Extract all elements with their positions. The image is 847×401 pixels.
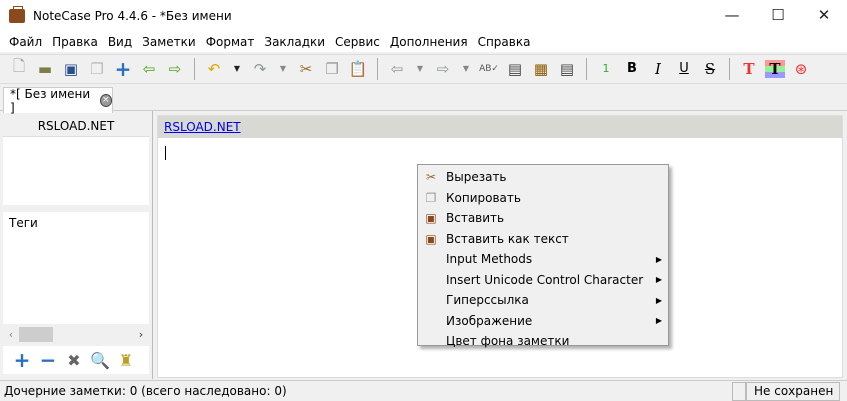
spellcheck-icon[interactable]: AB✓ — [476, 57, 502, 81]
new-document-icon[interactable]: 🗋 — [6, 57, 32, 81]
menu-help[interactable]: Справка — [473, 32, 536, 52]
scissors-icon: ✂ — [425, 170, 437, 185]
paste-icon: ▣ — [425, 211, 437, 226]
close-button[interactable]: ✕ — [801, 0, 847, 30]
underline-button[interactable]: U — [671, 57, 697, 81]
status-saved: Не сохранен — [746, 382, 840, 401]
save-icon[interactable]: ▣ — [58, 57, 84, 81]
submenu-arrow-icon: ▶ — [655, 275, 662, 285]
menu-item-cut[interactable]: ✂ Вырезать — [418, 167, 668, 188]
status-indicator — [732, 382, 746, 401]
back-icon[interactable]: ⇦ — [384, 57, 410, 81]
tags-label: Теги — [9, 216, 38, 230]
copy-icon: ❐ — [425, 190, 437, 205]
undo-dropdown-icon[interactable]: ▼ — [227, 57, 247, 81]
tab-bar: *[ Без имени ] × — [0, 83, 847, 115]
text-caret — [165, 146, 166, 160]
menu-format[interactable]: Формат — [201, 32, 260, 52]
menu-notes[interactable]: Заметки — [137, 32, 201, 52]
menu-item-paste-text[interactable]: ▣ Вставить как текст — [418, 229, 668, 250]
submenu-arrow-icon: ▶ — [655, 295, 662, 305]
pane-splitter[interactable] — [152, 111, 153, 379]
toolbar: 🗋 ▬ ▣ ❐ + ⇦ ⇨ ↶ ▼ ↷ ▼ ✂ ❐ 📋 ⇦ ▼ ⇨ ▼ AB✓ … — [0, 54, 847, 82]
insert-text-icon[interactable]: ▤ — [502, 57, 528, 81]
menu-plugins[interactable]: Дополнения — [385, 32, 473, 52]
tree-tools: + − ✖ 🔍 ♜ — [3, 346, 149, 374]
heading-button[interactable]: 1 — [593, 57, 619, 81]
status-children-count: Дочерние заметки: 0 (всего наследовано: … — [4, 384, 287, 398]
tree-pane: RSLOAD.NET Теги ‹ › + − ✖ 🔍 ♜ — [3, 115, 149, 377]
forward-icon[interactable]: ⇨ — [430, 57, 456, 81]
maximize-button[interactable]: ☐ — [755, 0, 801, 30]
attachment-icon[interactable]: ▤ — [554, 57, 580, 81]
menu-item-input-methods[interactable]: Input Methods ▶ — [418, 249, 668, 270]
forward-dropdown-icon[interactable]: ▼ — [456, 57, 476, 81]
menu-view[interactable]: Вид — [103, 32, 137, 52]
submenu-arrow-icon: ▶ — [655, 316, 662, 326]
arrow-left-icon[interactable]: ⇦ — [136, 57, 162, 81]
horizontal-scrollbar[interactable]: ‹ › — [3, 326, 149, 343]
back-dropdown-icon[interactable]: ▼ — [410, 57, 430, 81]
search-icon[interactable]: 🔍 — [89, 351, 111, 370]
menu-tools[interactable]: Сервис — [330, 32, 385, 52]
delete-icon[interactable]: ✖ — [63, 351, 85, 370]
text-color-icon[interactable]: T — [736, 57, 762, 81]
bold-button[interactable]: B — [619, 57, 645, 81]
tree-header[interactable]: RSLOAD.NET — [3, 115, 149, 137]
clear-brush-icon[interactable]: ♜ — [115, 351, 137, 370]
help-lifebuoy-icon[interactable]: ⊛ — [788, 57, 814, 81]
menu-item-note-background[interactable]: Цвет фона заметки — [418, 331, 668, 352]
toolbar-separator — [377, 57, 378, 80]
copy-icon[interactable]: ❐ — [319, 57, 345, 81]
tab-untitled[interactable]: *[ Без имени ] × — [3, 86, 113, 115]
scroll-left-icon[interactable]: ‹ — [3, 328, 19, 341]
tags-panel[interactable]: Теги — [3, 212, 149, 324]
app-icon — [9, 6, 25, 23]
menu-item-unicode-control[interactable]: Insert Unicode Control Character ▶ — [418, 270, 668, 291]
menu-item-image[interactable]: Изображение ▶ — [418, 311, 668, 332]
scroll-thumb[interactable] — [19, 327, 53, 342]
menu-file[interactable]: Файл — [4, 32, 47, 52]
menu-edit[interactable]: Правка — [47, 32, 103, 52]
scroll-right-icon[interactable]: › — [133, 328, 149, 341]
undo-icon[interactable]: ↶ — [201, 57, 227, 81]
strikethrough-button[interactable]: S — [697, 57, 723, 81]
copy-disabled-icon[interactable]: ❐ — [84, 57, 110, 81]
insert-picture-icon[interactable]: ▦ — [528, 57, 554, 81]
title-bar: NoteCase Pro 4.4.6 - *Без имени — ☐ ✕ — [0, 0, 847, 32]
menu-bookmarks[interactable]: Закладки — [259, 32, 330, 52]
open-folder-icon[interactable]: ▬ — [32, 57, 58, 81]
note-title-link[interactable]: RSLOAD.NET — [164, 120, 241, 134]
note-tree[interactable] — [3, 137, 149, 205]
add-note-icon[interactable]: + — [110, 57, 136, 81]
arrow-right-icon[interactable]: ⇨ — [162, 57, 188, 81]
paste-icon[interactable]: 📋 — [345, 57, 371, 81]
submenu-arrow-icon: ▶ — [655, 254, 662, 264]
menu-item-paste[interactable]: ▣ Вставить — [418, 208, 668, 229]
menu-item-hyperlink[interactable]: Гиперссылка ▶ — [418, 290, 668, 311]
add-icon[interactable]: + — [11, 348, 33, 372]
redo-dropdown-icon[interactable]: ▼ — [273, 57, 293, 81]
minimize-button[interactable]: — — [709, 0, 755, 30]
cut-icon[interactable]: ✂ — [293, 57, 319, 81]
status-bar: Дочерние заметки: 0 (всего наследовано: … — [0, 380, 847, 401]
menu-item-copy[interactable]: ❐ Копировать — [418, 188, 668, 209]
menu-bar: Файл Правка Вид Заметки Формат Закладки … — [0, 32, 847, 52]
remove-icon[interactable]: − — [37, 348, 59, 372]
tab-close-icon[interactable]: × — [99, 94, 112, 107]
window-title: NoteCase Pro 4.4.6 - *Без имени — [33, 9, 232, 23]
italic-button[interactable]: I — [645, 57, 671, 81]
toolbar-separator — [586, 57, 587, 80]
toolbar-separator — [194, 57, 195, 80]
tab-label: *[ Без имени ] — [10, 86, 91, 115]
redo-icon[interactable]: ↷ — [247, 57, 273, 81]
background-color-icon[interactable]: T — [765, 59, 785, 78]
toolbar-separator — [729, 57, 730, 80]
context-menu: ✂ Вырезать ❐ Копировать ▣ Вставить ▣ Вставит… — [417, 164, 669, 348]
paste-text-icon: ▣ — [425, 231, 437, 246]
